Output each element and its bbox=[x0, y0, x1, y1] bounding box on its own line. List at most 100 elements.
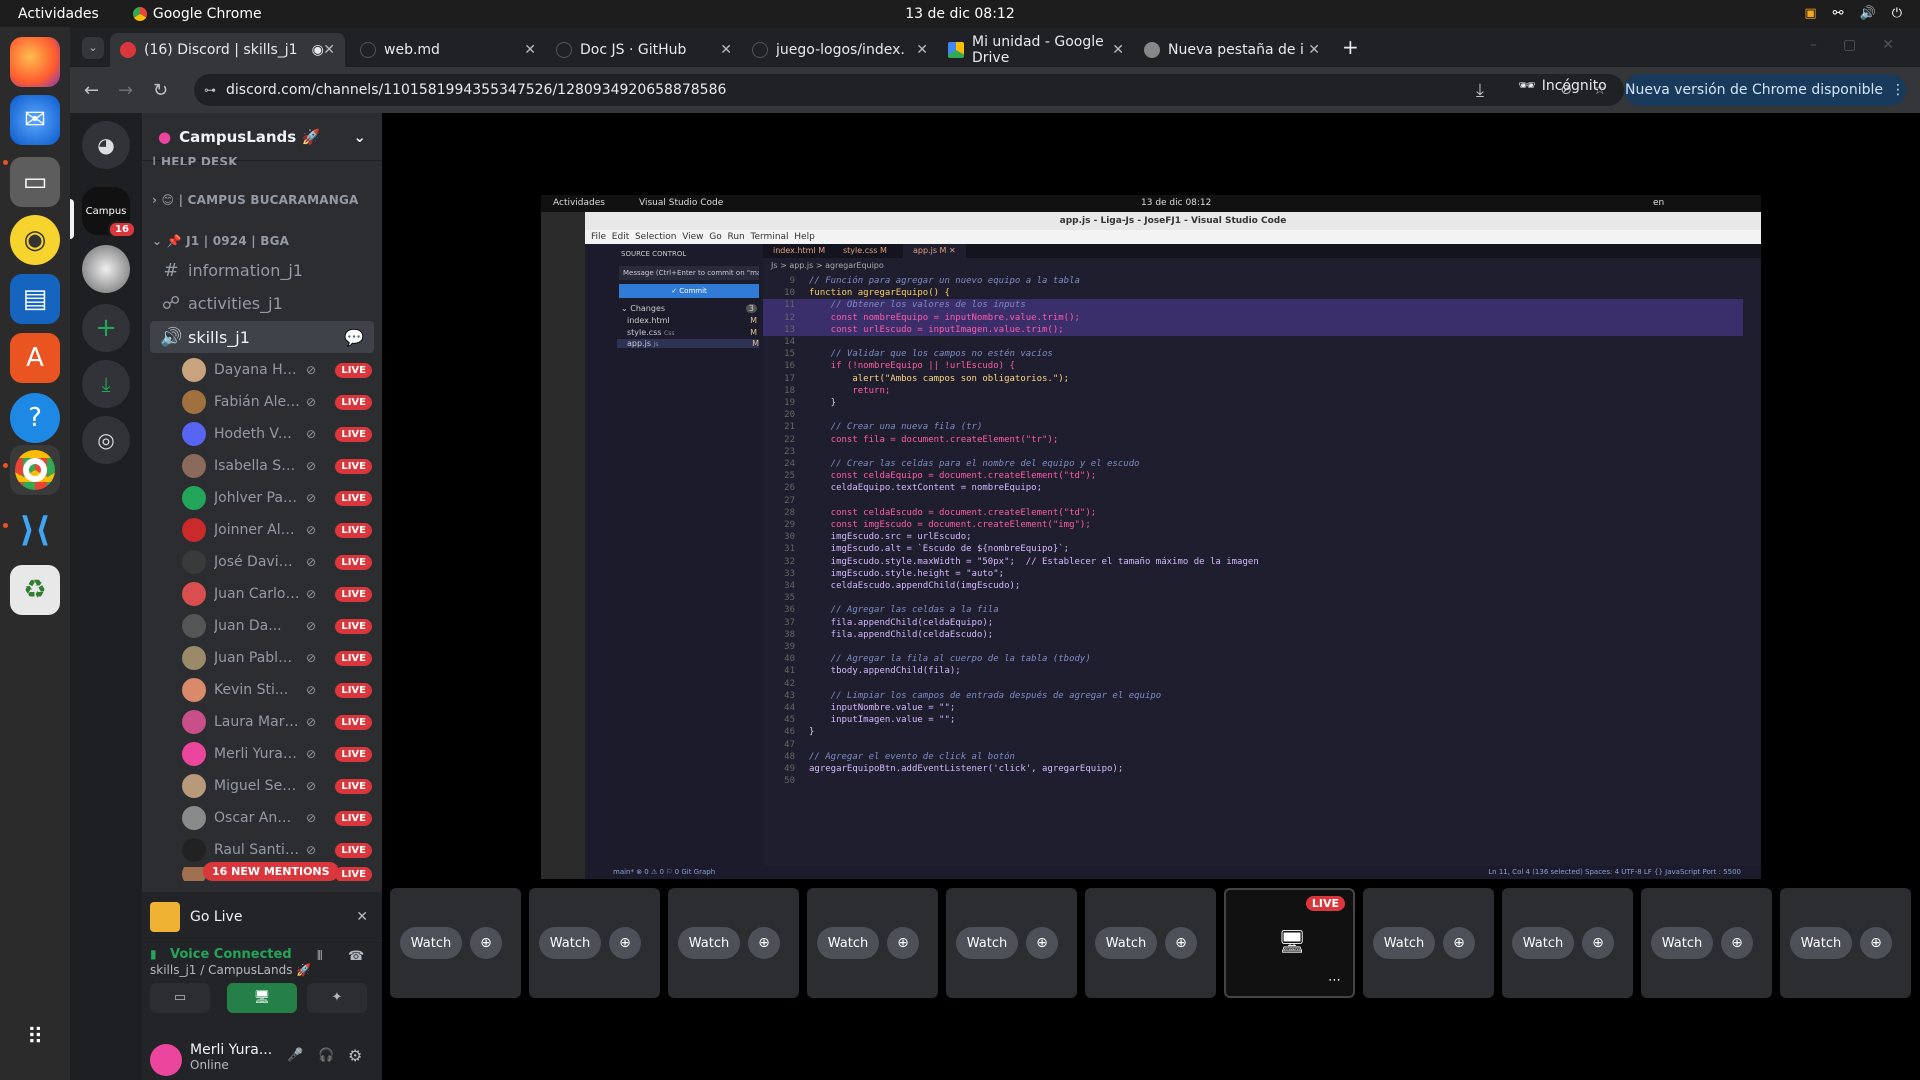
screen-share-video[interactable]: Actividades Visual Studio Code 13 de dic… bbox=[541, 195, 1761, 879]
preview-icon[interactable]: ⊕ bbox=[1165, 927, 1197, 959]
voice-user[interactable]: Juan Carlos... ⊘ LIVE bbox=[182, 579, 372, 609]
download-apps-icon[interactable]: ⤓ bbox=[82, 360, 130, 408]
discord-home-icon[interactable]: ◕ bbox=[82, 121, 130, 169]
download-icon[interactable]: ⤓ bbox=[1476, 80, 1484, 101]
voice-user[interactable]: José David ... ⊘ LIVE bbox=[182, 547, 372, 577]
power-icon[interactable]: ⏻ bbox=[1892, 6, 1902, 21]
watch-button[interactable]: Watch bbox=[1651, 927, 1713, 959]
voice-user[interactable]: Kevin Sti... ⊘ LIVE bbox=[182, 675, 372, 705]
voice-user[interactable]: Joinner Ale... ⊘ LIVE bbox=[182, 515, 372, 545]
watch-button[interactable]: Watch bbox=[817, 927, 879, 959]
preview-icon[interactable]: ⊕ bbox=[1443, 927, 1475, 959]
trash-icon[interactable]: ♻ bbox=[10, 565, 60, 615]
watch-button[interactable]: Watch bbox=[678, 927, 740, 959]
server-avatar[interactable] bbox=[82, 245, 130, 293]
forward-icon[interactable]: → bbox=[118, 80, 133, 101]
changes-header[interactable]: ⌄ Changes 3 bbox=[621, 304, 757, 313]
reload-icon[interactable]: ↻ bbox=[153, 80, 168, 101]
more-icon[interactable]: ⋮ bbox=[1891, 82, 1905, 98]
headphones-icon[interactable]: 🎧 bbox=[318, 1048, 334, 1063]
voice-user[interactable]: Oscar Andr... ⊘ LIVE bbox=[182, 803, 372, 833]
watch-button[interactable]: Watch bbox=[1790, 927, 1852, 959]
close-tab-icon[interactable]: ✕ bbox=[323, 42, 335, 58]
stream-tile[interactable]: Watch ⊕ bbox=[529, 888, 660, 998]
menu-selection[interactable]: Selection bbox=[635, 232, 676, 242]
app-menu[interactable]: Google Chrome bbox=[132, 6, 262, 22]
camera-button[interactable]: ▭ bbox=[150, 983, 210, 1013]
server-header[interactable]: ● CampusLands 🚀 ⌄ bbox=[142, 113, 382, 161]
stream-tile[interactable]: Watch ⊕ bbox=[1363, 888, 1494, 998]
system-tray[interactable]: ▣ ⚯ 🔊 ⏻ bbox=[1804, 6, 1902, 21]
stream-tile[interactable]: Watch ⊕ bbox=[1085, 888, 1216, 998]
stream-tile[interactable]: Watch ⊕ bbox=[946, 888, 1077, 998]
noise-icon[interactable]: ⫴ bbox=[317, 949, 322, 964]
editor-tab-index[interactable]: index.html M bbox=[773, 244, 825, 258]
clock[interactable]: 13 de dic 08:12 bbox=[0, 6, 1920, 22]
category-campus-bucaramanga[interactable]: › 😊 | CAMPUS BUCARAMANGA bbox=[152, 193, 359, 207]
menu-help[interactable]: Help bbox=[794, 232, 815, 242]
preview-icon[interactable]: ⊕ bbox=[748, 927, 780, 959]
voice-user[interactable]: Dayana Her... ⊘ LIVE bbox=[182, 355, 372, 385]
voice-user[interactable]: Isabella Ste... ⊘ LIVE bbox=[182, 451, 372, 481]
stream-tile[interactable]: Watch ⊕ bbox=[1502, 888, 1633, 998]
preview-icon[interactable]: ⊕ bbox=[1721, 927, 1753, 959]
channel-information[interactable]: # information_j1 bbox=[150, 254, 374, 286]
incognito-indicator[interactable]: 🕶 Incógnito bbox=[1518, 78, 1607, 94]
volume-icon[interactable]: 🔊 bbox=[1860, 6, 1876, 21]
voice-user[interactable]: Juan Da... ⊘ LIVE bbox=[182, 611, 372, 641]
watch-button[interactable]: Watch bbox=[400, 927, 462, 959]
voice-user[interactable]: Fabián Alex... ⊘ LIVE bbox=[182, 387, 372, 417]
keyboard-icon[interactable]: ▣ bbox=[1804, 6, 1816, 21]
stream-tile[interactable]: Watch ⊕ bbox=[807, 888, 938, 998]
commit-button[interactable]: ✓ Commit bbox=[619, 284, 759, 298]
close-tab-icon[interactable]: ✕ bbox=[1308, 42, 1320, 58]
new-mentions-banner[interactable]: 16 NEW MENTIONS bbox=[203, 862, 339, 881]
chat-icon[interactable]: 💬 bbox=[344, 328, 364, 347]
breadcrumb[interactable]: Js > app.js > agregarEquipo bbox=[771, 261, 884, 270]
preview-icon[interactable]: ⊕ bbox=[1582, 927, 1614, 959]
site-info-icon[interactable]: ⊶ bbox=[204, 83, 216, 97]
user-name[interactable]: Merli Yura... bbox=[190, 1042, 272, 1058]
preview-icon[interactable]: ⊕ bbox=[1026, 927, 1058, 959]
discover-icon[interactable]: ◎ bbox=[82, 416, 130, 464]
firefox-icon[interactable] bbox=[10, 37, 60, 87]
menu-edit[interactable]: Edit bbox=[612, 232, 629, 242]
voice-user[interactable]: Hodeth Val... ⊘ LIVE bbox=[182, 419, 372, 449]
tab-web-md[interactable]: web.md ✕ bbox=[350, 33, 546, 67]
code-editor[interactable]: 9 // Función para agregar un nuevo equipo… bbox=[763, 275, 1761, 865]
tab-incognito[interactable]: Nueva pestaña de incógn✕ bbox=[1134, 33, 1330, 67]
show-apps-icon[interactable]: ⠿ bbox=[10, 1012, 60, 1062]
tab-discord[interactable]: (16) Discord | skills_j1 ◉ ✕ bbox=[110, 33, 345, 67]
watch-button[interactable]: Watch bbox=[956, 927, 1018, 959]
close-tab-icon[interactable]: ✕ bbox=[1112, 42, 1124, 58]
file-index-html[interactable]: index.html M bbox=[627, 316, 757, 325]
status-left[interactable]: main* ⊗ 0 ⚠ 0 ⚐ 0 Git Graph bbox=[613, 866, 715, 879]
more-icon[interactable]: ⋯ bbox=[1328, 973, 1341, 988]
preview-icon[interactable]: ⊕ bbox=[887, 927, 919, 959]
help-icon[interactable]: ? bbox=[10, 393, 60, 443]
vscode-icon[interactable]: ⟩⟨ bbox=[10, 505, 60, 555]
voice-user[interactable]: Miguel Seb... ⊘ LIVE bbox=[182, 771, 372, 801]
menu-run[interactable]: Run bbox=[728, 232, 745, 242]
activities-button[interactable]: Actividades bbox=[18, 6, 99, 22]
update-chrome-button[interactable]: Nueva versión de Chrome disponible ⋮ bbox=[1624, 74, 1906, 106]
tab-search-icon[interactable]: ⌄ bbox=[82, 37, 104, 59]
settings-icon[interactable]: ⚙ bbox=[348, 1046, 362, 1065]
menu-go[interactable]: Go bbox=[709, 232, 721, 242]
writer-icon[interactable]: ▤ bbox=[10, 274, 60, 324]
channel-activities[interactable]: ☍ activities_j1 bbox=[150, 287, 374, 319]
stream-tile[interactable]: Watch ⊕ bbox=[390, 888, 521, 998]
network-icon[interactable]: ⚯ bbox=[1833, 6, 1844, 21]
editor-tab-app[interactable]: app.js M ✕ bbox=[903, 244, 966, 258]
close-tab-icon[interactable]: ✕ bbox=[916, 42, 928, 58]
commit-message-input[interactable]: Message (Ctrl+Enter to commit on "main") bbox=[619, 266, 759, 280]
status-right[interactable]: Ln 11, Col 4 (136 selected) Spaces: 4 UT… bbox=[1488, 866, 1741, 879]
stream-tile[interactable]: Watch ⊕ bbox=[668, 888, 799, 998]
watch-button[interactable]: Watch bbox=[1095, 927, 1157, 959]
rhythmbox-icon[interactable]: ◉ bbox=[10, 215, 60, 265]
voice-user[interactable]: Johlver Par... ⊘ LIVE bbox=[182, 483, 372, 513]
url-bar[interactable]: ⊶ discord.com/channels/110158199435534752… bbox=[194, 74, 1624, 106]
stream-tile[interactable]: Watch ⊕ bbox=[1780, 888, 1911, 998]
app-center-icon[interactable]: A bbox=[10, 333, 60, 383]
tab-doc-js[interactable]: Doc JS · GitHub ✕ bbox=[546, 33, 742, 67]
